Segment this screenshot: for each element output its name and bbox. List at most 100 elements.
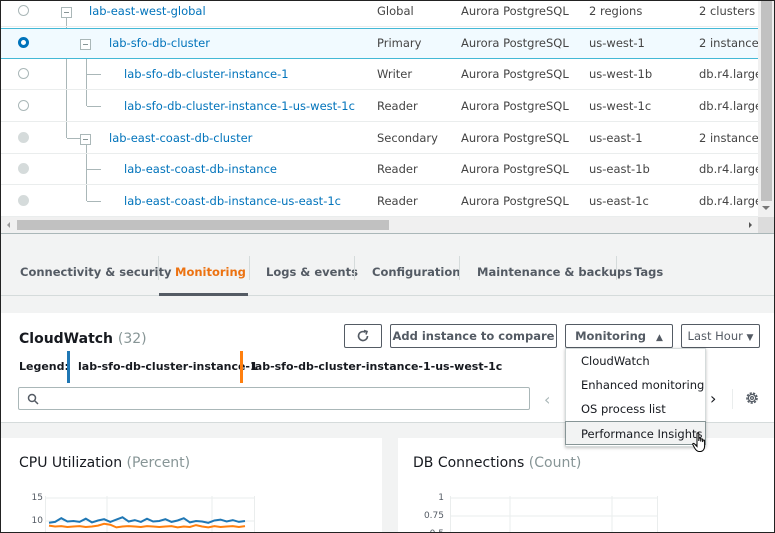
table-body: lab-east-west-global Global Aurora Postg… — [1, 1, 758, 217]
gear-icon[interactable] — [745, 391, 759, 405]
tab-separator — [158, 256, 159, 280]
refresh-icon — [357, 329, 369, 342]
region-cell: us-west-1b — [589, 67, 653, 81]
menu-item-os-process-list[interactable]: OS process list — [566, 397, 705, 421]
tab-maintenance-backups[interactable]: Maintenance & backups — [477, 265, 632, 279]
engine-cell: Aurora PostgreSQL — [461, 131, 569, 145]
engine-cell: Aurora PostgreSQL — [461, 99, 569, 113]
tab-separator — [249, 256, 250, 280]
add-instance-to-compare-button[interactable]: Add instance to compare — [390, 324, 557, 348]
row-radio-disabled — [18, 163, 29, 174]
next-page-button[interactable]: › — [710, 389, 716, 408]
detail-tabs: Connectivity & security Monitoring Logs … — [1, 234, 774, 296]
cpu-utilization-chart — [45, 496, 255, 532]
tab-configuration[interactable]: Configuration — [372, 265, 460, 279]
db-identifier-link[interactable]: lab-sfo-db-cluster-instance-1-us-west-1c — [124, 99, 355, 113]
scroll-right-arrow-icon[interactable] — [749, 222, 752, 228]
table-row[interactable]: lab-sfo-db-cluster-instance-1-us-west-1c… — [1, 91, 758, 122]
tab-tags[interactable]: Tags — [634, 265, 663, 279]
series-line-instance-1 — [48, 516, 246, 524]
scrollbar-corner — [758, 217, 774, 233]
metric-search-input[interactable] — [18, 387, 530, 410]
refresh-button[interactable] — [344, 324, 382, 348]
collapse-icon[interactable] — [80, 39, 91, 50]
time-range-select[interactable]: Last Hour ▼ — [681, 324, 760, 348]
monitoring-dropdown-button[interactable]: Monitoring ▲ — [565, 324, 673, 348]
cloudwatch-heading: CloudWatch (32) — [19, 331, 147, 347]
role-cell: Reader — [377, 162, 418, 176]
role-cell: Secondary — [377, 131, 438, 145]
metric-count: (32) — [117, 331, 147, 347]
tab-monitoring[interactable]: Monitoring — [175, 265, 246, 279]
table-row[interactable]: lab-sfo-db-cluster-instance-1 Writer Aur… — [1, 59, 758, 90]
horizontal-scrollbar[interactable] — [1, 217, 758, 233]
active-tab-indicator — [159, 293, 248, 296]
db-connections-chart — [450, 496, 658, 532]
db-identifier-link[interactable]: lab-sfo-db-cluster — [109, 36, 210, 50]
role-cell: Reader — [377, 99, 418, 113]
pager-divider — [732, 389, 733, 409]
table-row[interactable]: lab-east-west-global Global Aurora Postg… — [1, 1, 758, 27]
db-identifier-link[interactable]: lab-east-coast-db-instance-us-east-1c — [124, 194, 341, 208]
menu-item-performance-insights[interactable]: Performance Insights — [565, 421, 706, 445]
engine-cell: Aurora PostgreSQL — [461, 36, 569, 50]
region-cell: us-west-1 — [589, 36, 645, 50]
size-cell: 2 instances — [699, 36, 758, 50]
size-cell: db.r4.large — [699, 99, 758, 113]
db-identifier-link[interactable]: lab-east-coast-db-instance — [124, 162, 277, 176]
scroll-down-arrow-icon[interactable] — [762, 206, 770, 210]
collapse-icon[interactable] — [61, 7, 72, 18]
row-radio-checked[interactable] — [18, 37, 29, 48]
row-radio-disabled — [18, 132, 29, 143]
chart-title-text: DB Connections — [413, 455, 525, 471]
tab-separator — [354, 256, 355, 280]
size-cell: db.r4.large — [699, 162, 758, 176]
y-tick-label: 15 — [31, 493, 43, 503]
collapse-icon[interactable] — [80, 134, 91, 145]
monitoring-dropdown-menu: CloudWatch Enhanced monitoring OS proces… — [565, 348, 706, 447]
row-radio[interactable] — [18, 5, 29, 16]
vertical-scrollbar[interactable] — [758, 1, 774, 217]
tab-connectivity-security[interactable]: Connectivity & security — [20, 265, 172, 279]
engine-cell: Aurora PostgreSQL — [461, 4, 569, 18]
row-radio[interactable] — [18, 100, 29, 111]
table-row-selected[interactable]: lab-sfo-db-cluster Primary Aurora Postgr… — [1, 28, 758, 59]
db-connections-card: DB Connections (Count) 1 0.75 0.5 — [398, 438, 774, 532]
table-row[interactable]: lab-east-coast-db-cluster Secondary Auro… — [1, 123, 758, 154]
db-identifier-link[interactable]: lab-sfo-db-cluster-instance-1 — [124, 67, 289, 81]
menu-item-enhanced-monitoring[interactable]: Enhanced monitoring — [566, 373, 705, 397]
scroll-left-arrow-icon[interactable] — [7, 222, 10, 228]
legend-swatch-blue — [67, 351, 70, 383]
chart-title-text: CPU Utilization — [19, 455, 123, 471]
databases-table: lab-east-west-global Global Aurora Postg… — [1, 1, 774, 233]
caret-down-icon: ▼ — [746, 333, 754, 343]
region-cell: us-east-1c — [589, 194, 649, 208]
tab-logs-events[interactable]: Logs & events — [266, 265, 358, 279]
db-identifier-link[interactable]: lab-east-west-global — [89, 4, 206, 18]
legend-label: Legend: — [19, 360, 69, 373]
size-cell: db.r4.large — [699, 194, 758, 208]
region-cell: us-west-1c — [589, 99, 652, 113]
y-tick-label: 1 — [438, 493, 444, 503]
table-row[interactable]: lab-east-coast-db-instance-us-east-1c Re… — [1, 186, 758, 217]
chart-unit: (Count) — [528, 455, 582, 471]
engine-cell: Aurora PostgreSQL — [461, 67, 569, 81]
db-identifier-link[interactable]: lab-east-coast-db-cluster — [109, 131, 252, 145]
caret-up-icon: ▲ — [656, 333, 663, 343]
rds-console: lab-east-west-global Global Aurora Postg… — [1, 1, 774, 532]
hand-pointer-cursor-icon — [692, 432, 706, 452]
engine-cell: Aurora PostgreSQL — [461, 162, 569, 176]
menu-item-cloudwatch[interactable]: CloudWatch — [566, 349, 705, 373]
role-cell: Writer — [377, 67, 413, 81]
size-cell: db.r4.large — [699, 67, 758, 81]
monitoring-dropdown-label: Monitoring — [575, 329, 646, 343]
size-cell: 2 instances — [699, 131, 758, 145]
vertical-scroll-thumb[interactable] — [761, 1, 772, 201]
search-icon — [27, 393, 39, 405]
row-radio[interactable] — [18, 68, 29, 79]
horizontal-scroll-thumb[interactable] — [17, 220, 389, 230]
table-row[interactable]: lab-east-coast-db-instance Reader Aurora… — [1, 154, 758, 185]
previous-page-button[interactable]: ‹ — [544, 390, 550, 409]
y-tick-label: 0.5 — [414, 529, 444, 532]
tab-separator — [616, 256, 617, 280]
